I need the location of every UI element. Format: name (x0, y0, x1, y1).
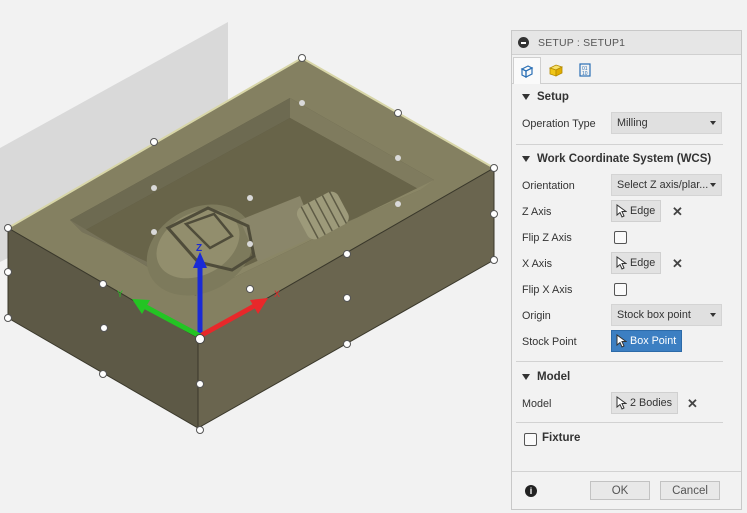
info-icon[interactable]: i (525, 485, 537, 497)
chevron-down-icon (710, 313, 716, 317)
flip-x-checkbox[interactable] (614, 283, 627, 296)
footer-divider (512, 471, 741, 472)
stock-point-value: Box Point (630, 335, 677, 347)
z-axis-label: Z (196, 243, 202, 254)
wcs-heading: Work Coordinate System (WCS) (537, 153, 712, 165)
stock-tab-icon (548, 64, 564, 77)
dialog-tabs: 01 10 (512, 55, 741, 84)
orientation-label: Orientation (522, 180, 575, 192)
setup-dialog: SETUP : SETUP1 01 10 Setup Operation Typ… (511, 30, 742, 510)
clear-z-axis-button[interactable]: ✕ (672, 204, 683, 220)
orientation-dropdown[interactable]: Select Z axis/plar... (611, 174, 722, 196)
origin-label: Origin (522, 310, 551, 322)
cursor-arrow-icon (616, 204, 627, 218)
flip-x-label: Flip X Axis (522, 284, 573, 296)
fixture-section-header[interactable]: Fixture (542, 432, 580, 444)
fixture-checkbox[interactable] (524, 433, 537, 446)
flip-z-checkbox[interactable] (614, 231, 627, 244)
divider (516, 361, 723, 362)
setup-section-header[interactable]: Setup (522, 91, 569, 103)
origin-dropdown[interactable]: Stock box point (611, 304, 722, 326)
post-process-tab-icon: 01 10 (579, 63, 591, 77)
flip-z-label: Flip Z Axis (522, 232, 572, 244)
tab-stock[interactable] (542, 57, 570, 83)
operation-type-label: Operation Type (522, 118, 596, 130)
chevron-down-icon (710, 183, 716, 187)
ok-button[interactable]: OK (590, 481, 650, 500)
divider (516, 144, 723, 145)
tab-setup[interactable] (513, 57, 541, 84)
cancel-button[interactable]: Cancel (660, 481, 720, 500)
fixture-heading: Fixture (542, 432, 581, 444)
chevron-down-icon (710, 121, 716, 125)
svg-text:10: 10 (582, 71, 588, 77)
clear-x-axis-button[interactable]: ✕ (672, 256, 683, 272)
x-axis-label: X Axis (522, 258, 553, 270)
dialog-title: SETUP : SETUP1 (538, 36, 626, 49)
clear-model-button[interactable]: ✕ (687, 396, 698, 412)
stock-point-label: Stock Point (522, 336, 577, 348)
model-value: 2 Bodies (630, 397, 673, 409)
stock-point-select-button[interactable]: Box Point (611, 330, 683, 352)
wcs-section-header[interactable]: Work Coordinate System (WCS) (522, 153, 711, 165)
dialog-titlebar[interactable]: SETUP : SETUP1 (512, 31, 741, 55)
collapse-triangle-icon (522, 374, 530, 380)
z-axis-select-button[interactable]: Edge (611, 200, 662, 222)
operation-type-dropdown[interactable]: Milling (611, 112, 722, 134)
model-label: Model (522, 398, 552, 410)
origin-value: Stock box point (617, 309, 691, 321)
model-select-button[interactable]: 2 Bodies (611, 392, 679, 414)
cursor-arrow-icon (616, 334, 627, 348)
collapse-icon[interactable] (518, 37, 529, 48)
x-axis-select-button[interactable]: Edge (611, 252, 662, 274)
cursor-arrow-icon (616, 256, 627, 270)
model-section-header[interactable]: Model (522, 371, 570, 383)
x-axis-label: X (274, 289, 280, 299)
model-heading: Model (537, 371, 571, 383)
divider (516, 422, 723, 423)
cursor-arrow-icon (616, 396, 627, 410)
x-axis-value: Edge (630, 257, 656, 269)
tab-post-process[interactable]: 01 10 (571, 57, 599, 83)
z-axis-label: Z Axis (522, 206, 552, 218)
z-axis-value: Edge (630, 205, 656, 217)
setup-heading: Setup (537, 91, 569, 103)
orientation-value: Select Z axis/plar... (617, 179, 709, 191)
operation-type-value: Milling (617, 117, 648, 129)
y-axis-label: Y (117, 289, 123, 299)
collapse-triangle-icon (522, 94, 530, 100)
setup-tab-icon (520, 65, 534, 78)
collapse-triangle-icon (522, 156, 530, 162)
